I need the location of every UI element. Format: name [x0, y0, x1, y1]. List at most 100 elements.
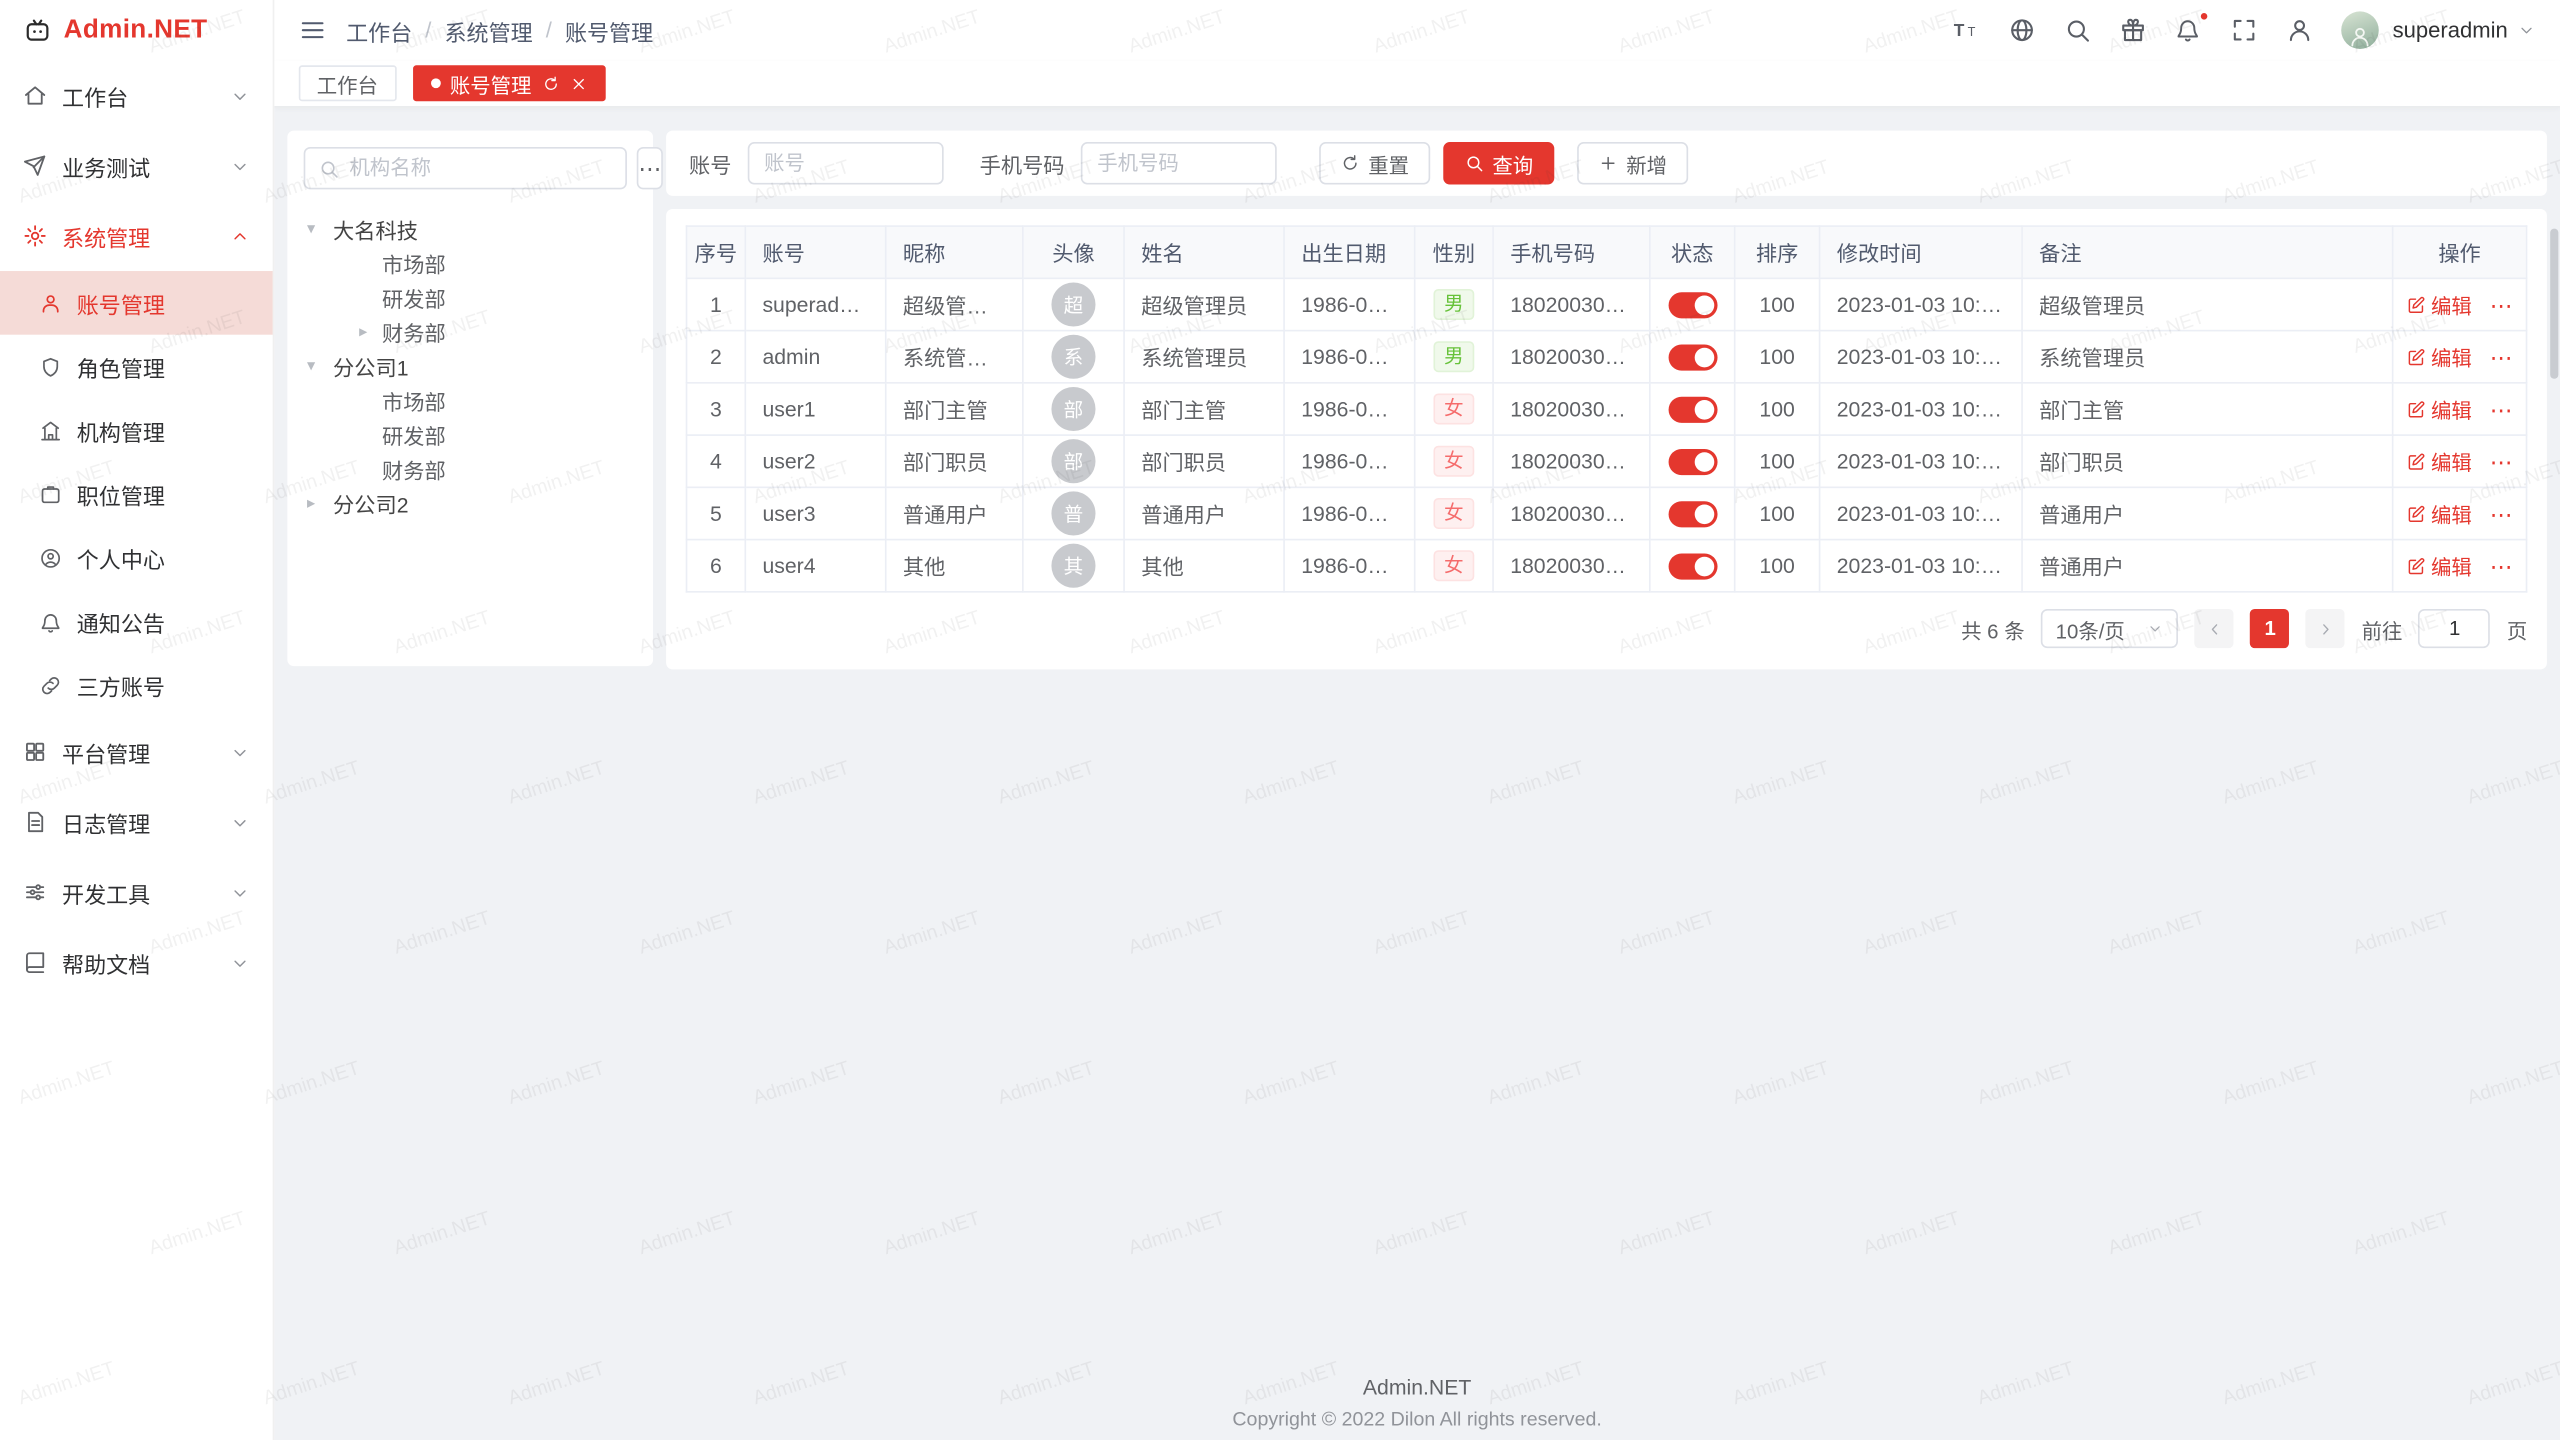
prev-page-button[interactable]: [2195, 609, 2234, 648]
edit-button[interactable]: 编辑: [2407, 289, 2472, 320]
gender-badge: 女: [1434, 498, 1473, 529]
cell-sort: 100: [1735, 487, 1820, 539]
search-icon[interactable]: [2064, 16, 2092, 44]
sidebar-item-platform-mgmt[interactable]: 平台管理: [0, 717, 273, 787]
table-row: 1 superadmin 超级管理员 超 超级管理员 1986-06-28 男 …: [687, 278, 2527, 330]
breadcrumb-item[interactable]: 工作台: [346, 14, 412, 47]
sidebar-item-dev-tools[interactable]: 开发工具: [0, 857, 273, 927]
sidebar-item-system-mgmt[interactable]: 系统管理: [0, 201, 273, 271]
scrollbar-thumb[interactable]: [2550, 229, 2558, 379]
row-more-icon[interactable]: [2490, 502, 2513, 525]
edit-button[interactable]: 编辑: [2407, 446, 2472, 477]
fullscreen-icon[interactable]: [2231, 16, 2259, 44]
avatar[interactable]: [2342, 11, 2380, 49]
status-toggle[interactable]: [1668, 501, 1717, 527]
sidebar-item-third-party-account[interactable]: 三方账号: [0, 653, 273, 717]
shield-icon: [39, 355, 62, 378]
goto-page-input[interactable]: [2419, 609, 2491, 648]
sidebar-item-position-mgmt[interactable]: 职位管理: [0, 462, 273, 526]
username[interactable]: superadmin: [2393, 18, 2508, 42]
tree-node[interactable]: 研发部: [304, 418, 637, 452]
cell-phone: 18020030720: [1493, 435, 1650, 487]
status-toggle[interactable]: [1668, 449, 1717, 475]
globe-icon[interactable]: [2009, 16, 2037, 44]
page-size-select[interactable]: 10条/页: [2041, 609, 2179, 648]
sidebar-item-business-test[interactable]: 业务测试: [0, 131, 273, 201]
row-more-icon[interactable]: [2490, 554, 2513, 577]
cell-remark: 普通用户: [2022, 540, 2393, 592]
cell-sort: 100: [1735, 278, 1820, 330]
font-size-icon[interactable]: TT: [1953, 16, 1981, 44]
notification-bell-icon[interactable]: [2175, 16, 2203, 44]
sidebar-item-help-docs[interactable]: 帮助文档: [0, 927, 273, 997]
tree-node[interactable]: 市场部: [304, 247, 637, 281]
phone-input[interactable]: [1081, 142, 1277, 184]
tree-node[interactable]: 研发部: [304, 281, 637, 315]
tree-node[interactable]: 大名科技: [304, 212, 637, 246]
status-toggle[interactable]: [1668, 553, 1717, 579]
caret-down-icon[interactable]: [307, 349, 327, 383]
reset-button[interactable]: 重置: [1319, 142, 1430, 184]
row-more-icon[interactable]: [2490, 345, 2513, 368]
cell-birthdate: 1986-06-28: [1284, 435, 1415, 487]
menu-toggle-icon[interactable]: [299, 16, 327, 44]
filter-bar: 账号 手机号码 重置 查询 新增: [666, 131, 2547, 196]
breadcrumb-item[interactable]: 系统管理: [445, 14, 533, 47]
next-page-button[interactable]: [2306, 609, 2345, 648]
sidebar-item-profile-center[interactable]: 个人中心: [0, 526, 273, 590]
current-page-button[interactable]: 1: [2251, 609, 2290, 648]
top-header: 工作台 / 系统管理 / 账号管理 TT superadmin: [274, 0, 2560, 60]
sidebar-item-log-mgmt[interactable]: 日志管理: [0, 787, 273, 857]
tree-node[interactable]: 分公司2: [304, 487, 637, 521]
theme-icon[interactable]: [2120, 16, 2148, 44]
status-toggle[interactable]: [1668, 292, 1717, 318]
edit-button[interactable]: 编辑: [2407, 341, 2472, 372]
tree-node-label: 财务部: [382, 454, 446, 485]
header-actions: TT superadmin: [1953, 11, 2535, 49]
edit-button[interactable]: 编辑: [2407, 393, 2472, 424]
sidebar-item-role-mgmt[interactable]: 角色管理: [0, 335, 273, 399]
caret-right-icon[interactable]: [359, 315, 379, 349]
caret-right-icon[interactable]: [307, 487, 327, 521]
add-button[interactable]: 新增: [1577, 142, 1688, 184]
edit-button[interactable]: 编辑: [2407, 550, 2472, 581]
edit-button[interactable]: 编辑: [2407, 498, 2472, 529]
sidebar-item-org-mgmt[interactable]: 机构管理: [0, 398, 273, 462]
search-button[interactable]: 查询: [1443, 142, 1554, 184]
col-avatar: 头像: [1023, 226, 1124, 278]
profile-icon[interactable]: [2286, 16, 2314, 44]
tree-node[interactable]: 分公司1: [304, 349, 637, 383]
sidebar-item-label: 通知公告: [77, 605, 165, 638]
col-phone: 手机号码: [1493, 226, 1650, 278]
sidebar-menu: 工作台 业务测试 系统管理 账号管理 角色管理: [0, 60, 273, 997]
cell-name: 系统管理员: [1124, 331, 1284, 383]
tree-node[interactable]: 市场部: [304, 384, 637, 418]
close-icon[interactable]: [569, 74, 587, 92]
active-tab-dot: [430, 78, 440, 88]
caret-down-icon[interactable]: [307, 212, 327, 246]
tab-account-mgmt[interactable]: 账号管理: [412, 65, 605, 101]
edit-button-label: 编辑: [2431, 393, 2472, 424]
refresh-icon[interactable]: [541, 74, 559, 92]
tab-workbench[interactable]: 工作台: [299, 65, 396, 101]
status-toggle[interactable]: [1668, 396, 1717, 422]
sidebar-item-label: 职位管理: [77, 478, 165, 511]
avatar: 超: [1051, 282, 1095, 326]
status-toggle[interactable]: [1668, 344, 1717, 370]
row-more-icon[interactable]: [2490, 398, 2513, 421]
cell-account: user3: [745, 487, 885, 539]
main-content: 大名科技 市场部 研发部 财务部 分公司1 市场部: [274, 108, 2560, 1440]
tree-node[interactable]: 财务部: [304, 315, 637, 349]
sidebar-item-workbench[interactable]: 工作台: [0, 60, 273, 130]
chevron-down-icon[interactable]: [2518, 21, 2536, 39]
row-more-icon[interactable]: [2490, 293, 2513, 316]
row-more-icon[interactable]: [2490, 450, 2513, 473]
org-more-button[interactable]: [637, 147, 663, 189]
breadcrumb: 工作台 / 系统管理 / 账号管理: [346, 14, 653, 47]
sidebar-item-notice[interactable]: 通知公告: [0, 589, 273, 653]
sidebar-item-account-mgmt[interactable]: 账号管理: [0, 271, 273, 335]
tree-node[interactable]: 财务部: [304, 452, 637, 486]
app-logo[interactable]: Admin.NET: [0, 0, 273, 60]
account-input[interactable]: [748, 142, 944, 184]
org-search-input[interactable]: [349, 157, 612, 180]
